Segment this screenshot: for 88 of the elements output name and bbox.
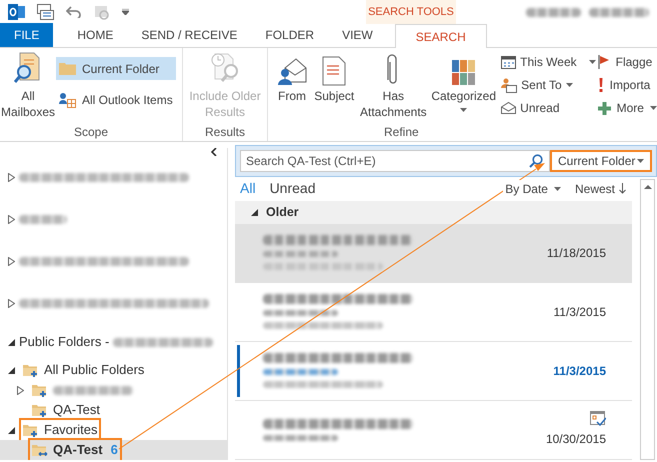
caret-icon [554,186,561,191]
group-label: Scope [72,124,110,141]
contextual-tab-label: SEARCH TOOLS [366,0,456,24]
scope-option[interactable]: Current Folder [56,57,176,80]
color-categories-icon [452,60,476,86]
expanded-icon[interactable] [251,208,258,216]
caret-icon [588,60,596,64]
group-header[interactable]: Older [235,200,632,224]
message-date: 10/30/2015 [546,431,606,448]
sort-by-dropdown[interactable]: By Date [503,180,561,198]
flag-icon [598,55,610,69]
refine-option[interactable]: This Week [501,52,596,72]
ribbon-tab[interactable]: VIEW [328,23,387,47]
search-icon[interactable] [529,154,543,168]
scope-option[interactable]: All Outlook Items [56,88,176,111]
ribbon-tab[interactable]: SEND / RECEIVE [127,23,252,47]
ribbon-tab[interactable]: FILE [0,23,54,47]
public-folder-icon [23,422,40,438]
expanded-icon[interactable] [8,338,15,346]
document-icon [322,56,346,86]
refine-option[interactable]: Sent To [501,75,596,95]
ribbon-tab[interactable]: SEARCH [394,24,487,48]
expanded-icon[interactable] [8,426,15,434]
expanded-icon[interactable] [8,366,15,374]
refine-option[interactable]: Importa [598,75,657,95]
redacted-text [19,214,67,224]
person-card-icon [501,78,518,92]
outlook-logo-icon [8,4,25,20]
envelope-icon [501,102,516,114]
public-folder-icon [23,362,40,378]
ribbon-tab[interactable]: HOME [63,23,128,47]
plus-icon [598,102,611,114]
collapsed-icon[interactable] [8,214,15,224]
collapse-pane-icon[interactable] [211,148,217,156]
redacted-text [589,8,649,16]
refine-button[interactable]: Subject [312,52,356,123]
search-field[interactable]: Search QA-Test (Ctrl+E) [240,150,550,172]
refine-option[interactable]: Unread [501,98,596,118]
meeting-calendar-icon [590,411,606,426]
collapsed-icon[interactable] [17,386,24,394]
refine-option[interactable]: More [598,98,657,118]
refine-option[interactable]: Flagge [598,52,657,72]
message-date: 11/18/2015 [546,244,606,262]
person-envelope-icon [277,56,307,86]
public-folder-icon [32,382,49,398]
customize-toolbar-icon[interactable] [122,9,129,15]
scrollbar[interactable] [640,179,655,460]
search-scope-dropdown[interactable]: Current Folder [550,150,652,172]
tree-item-label[interactable]: Public Folders - [19,332,110,352]
collapsed-icon[interactable] [8,298,15,308]
group-label: Refine [383,124,420,141]
calendar-icon [501,56,516,68]
message-item[interactable]: 11/18/2015 [235,224,632,283]
clock-document-search-icon [210,52,240,84]
public-folder-icon [32,402,49,418]
redacted-text [526,8,581,16]
exclamation-icon [598,78,604,92]
caret-icon [460,108,468,112]
folder-icon [59,62,76,75]
refine-button[interactable]: Categorized [430,52,498,123]
folder-name[interactable]: QA-Test [53,400,100,420]
undo-icon[interactable] [66,6,82,18]
caret-icon [637,159,644,163]
filter-tab[interactable]: Unread [264,178,320,200]
mailbox-search-icon [14,52,42,84]
selected-folder-row[interactable]: QA-Test 6 [0,440,227,460]
unread-count: 6 [110,441,118,460]
refine-button[interactable]: From [272,52,312,123]
sort-order-button[interactable]: Newest [574,180,626,198]
folder-name[interactable]: QA-Test [53,440,103,460]
message-date: 11/3/2015 [554,304,606,321]
items-grid-icon [59,92,76,108]
group-label: Results [204,124,246,141]
all-mailboxes-button[interactable]: All Mailboxes [0,52,56,123]
collapsed-icon[interactable] [8,172,15,182]
message-date: 11/3/2015 [553,362,606,380]
search-input[interactable]: Search QA-Test (Ctrl+E) [241,151,529,171]
refine-button[interactable]: Has Attachments [356,52,430,123]
folder-name[interactable]: All Public Folders [44,360,144,380]
caret-icon [650,106,657,110]
down-arrow-icon [619,183,626,194]
filter-tab[interactable]: All [235,178,261,200]
send-receive-icon [37,4,54,20]
shared-folder-icon [32,442,49,458]
ribbon-tab[interactable]: FOLDER [251,23,328,47]
unread-bar [237,344,240,397]
caret-icon [566,83,573,87]
collapsed-icon[interactable] [8,256,15,266]
